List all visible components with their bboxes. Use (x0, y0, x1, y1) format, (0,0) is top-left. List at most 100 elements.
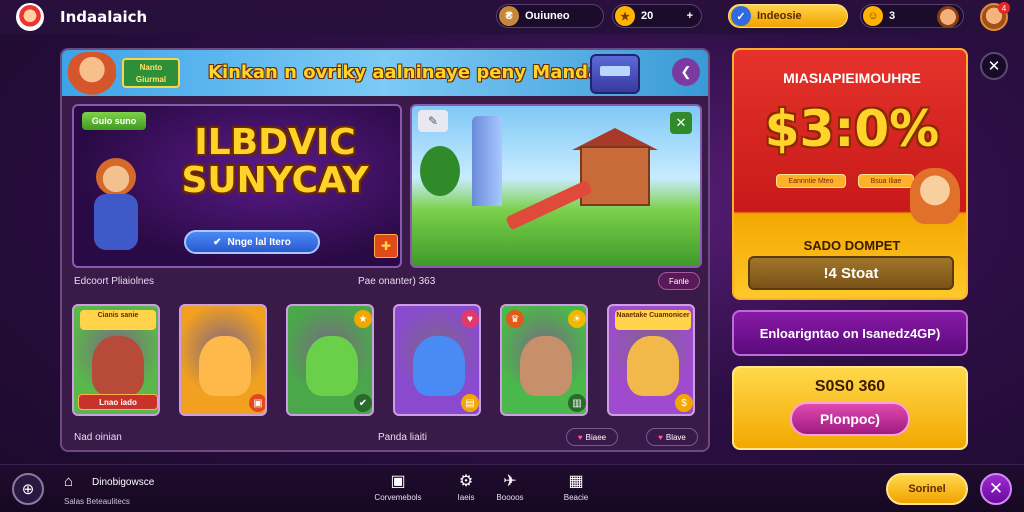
tower (472, 116, 502, 206)
nav-home-title: Dinobigowsce (92, 477, 155, 488)
tile-title: Cianis sanie (80, 310, 156, 330)
add-gems-button[interactable]: + (687, 10, 693, 22)
character-tiles: Cianis sanie Lnao iado ▣ ★ ✔ ♥ ▤ ♛ ☀ ▥ N… (72, 304, 700, 416)
crown-icon: ♛ (506, 310, 524, 328)
close-icon[interactable]: ✕ (670, 112, 692, 134)
profile-avatar[interactable]: 4 (980, 2, 1010, 31)
tile-donkey[interactable]: ♛ ☀ ▥ (500, 304, 588, 416)
tree (420, 146, 460, 196)
sale-percent: $3:0% (764, 100, 940, 158)
promo-banner[interactable]: Enloarigntao on Isanedz4GP) (732, 310, 968, 356)
promo-button-label: Nnge lal Itero (227, 236, 291, 248)
boar-character (92, 336, 144, 396)
promo-title-line1: ILBDVIC (194, 122, 356, 163)
nav-home[interactable]: ⌂ Dinobigowsce Salas Beteaulitecs (62, 471, 202, 509)
banner-badge: Nanto Giurmal (122, 58, 180, 88)
coins-value: Ouiuneo (525, 10, 570, 22)
shop-icon: ▣ (390, 473, 406, 490)
tile-boar[interactable]: Cianis sanie Lnao iado (72, 304, 160, 416)
notification-badge: 4 (998, 2, 1010, 14)
bottom-bar: ⊕ ⌂ Dinobigowsce Salas Beteaulitecs ▣ Co… (0, 464, 1024, 512)
close-icon[interactable]: ✕ (980, 473, 1012, 505)
pencil-icon[interactable]: ✎ (418, 110, 448, 132)
tile-cat[interactable]: ♥ ▤ (393, 304, 481, 416)
gift-icon[interactable]: ✚ (374, 234, 398, 258)
start-button[interactable]: Sorinel (886, 473, 968, 505)
nav-play-label: Boooos (496, 493, 524, 502)
nav-grid[interactable]: ▦ Beacie (546, 471, 606, 509)
gift-icon: ▣ (249, 394, 265, 412)
fox-mascot (86, 158, 146, 262)
banner-text: Kinkan n ovriky aalninaye peny Mandac! (208, 62, 620, 83)
pack-title: S0S0 360 (814, 378, 886, 395)
donkey-character (520, 336, 572, 396)
section-button[interactable]: Fanle (658, 272, 700, 290)
tile-tag: Lnao iado (78, 394, 158, 410)
wallet-icon: ₴ (499, 6, 519, 26)
footer-button-1-label: Biaee (585, 432, 607, 442)
cat-character (413, 336, 465, 396)
app-title: Indaalaich (60, 8, 148, 26)
footer-button-2-label: Blave (665, 432, 686, 442)
heart-icon: ♥ (577, 432, 583, 442)
mascot-logo-icon[interactable] (16, 3, 44, 31)
top-banner[interactable]: Nanto Giurmal Kinkan n ovriky aalninaye … (62, 50, 708, 96)
plane-icon: ✈ (503, 473, 517, 490)
tile-hamster[interactable]: Naaetake Cuamonicer $ (607, 304, 695, 416)
lock-icon: ✔ (354, 394, 372, 412)
hamster-character (627, 336, 679, 396)
shield-icon: ✓ (731, 6, 751, 26)
lives-counter[interactable]: ☺ 3 (860, 4, 964, 28)
nav-home-subtitle: Salas Beteaulitecs (64, 497, 130, 506)
chest-icon: ▤ (461, 394, 479, 412)
sale-start-button[interactable]: !4 Stoat (748, 256, 954, 290)
check-icon: ✔ (213, 236, 222, 248)
heart-icon: ♥ (461, 310, 479, 328)
playground-scene[interactable]: ✎ ✕ (410, 104, 702, 268)
tile-dragon[interactable]: ★ ✔ (286, 304, 374, 416)
sale-card[interactable]: MIASIAPIEIMOUHRE $3:0% Eannntie Mteo Bsu… (732, 48, 968, 300)
footer-label-left: Nad oinian (74, 432, 122, 443)
gems-value: 20 (641, 10, 654, 22)
dragon-character (306, 336, 358, 396)
sale-chip-2: Bsua Iliae (858, 174, 914, 188)
promo-card[interactable]: Guio suno ILBDVIC SUNYCAY ✔ Nnge lal Ite… (72, 104, 402, 268)
tile-fox[interactable]: ▣ (179, 304, 267, 416)
fox-mascot (910, 168, 960, 224)
offer-button[interactable]: ✓ Indeosie (728, 4, 848, 28)
footer-button-2[interactable]: ♥ Blave (646, 428, 698, 446)
main-panel: Nanto Giurmal Kinkan n ovriky aalninaye … (60, 48, 710, 452)
sale-chip-1: Eannntie Mteo (776, 174, 846, 188)
promo-title-line2: SUNYCAY (181, 160, 369, 201)
top-bar: Indaalaich ₴ Ouiuneo ★ 20 + ✓ Indeosie ☺… (0, 0, 1024, 34)
character-avatar (937, 6, 959, 28)
close-icon[interactable]: ✕ (980, 52, 1008, 80)
pack-buy-button[interactable]: Plonpoc) (790, 402, 910, 436)
mascot-body (94, 194, 138, 250)
sun-icon: ☀ (568, 310, 586, 328)
share-icon[interactable]: ❮ (672, 58, 700, 86)
lives-value: 3 (889, 10, 896, 22)
section-label-left: Edcoort Pliaiolnes (74, 276, 155, 287)
gem-icon: ★ (615, 6, 635, 26)
sale-title: MIASIAPIEIMOUHRE (783, 70, 921, 86)
footer-button-1[interactable]: ♥ Biaee (566, 428, 618, 446)
offer-label: Indeosie (757, 10, 802, 22)
playhouse (580, 146, 650, 206)
tile-title: Naaetake Cuamonicer (615, 310, 691, 330)
nav-shop[interactable]: ▣ Corvemebols (368, 471, 428, 509)
book-icon: ▥ (568, 394, 586, 412)
grid-icon: ▦ (568, 473, 584, 490)
pack-card[interactable]: S0S0 360 Plonpoc) (732, 366, 968, 450)
gems-counter[interactable]: ★ 20 + (612, 4, 702, 28)
promo-tag: Guio suno (82, 112, 146, 130)
coins-counter[interactable]: ₴ Ouiuneo (496, 4, 604, 28)
promo-button[interactable]: ✔ Nnge lal Itero (184, 230, 320, 254)
globe-icon[interactable]: ⊕ (12, 473, 44, 505)
home-icon: ⌂ (64, 473, 74, 490)
fox-character (199, 336, 251, 396)
mascot-head (96, 158, 136, 196)
nav-grid-label: Beacie (563, 493, 589, 502)
star-icon: ★ (354, 310, 372, 328)
nav-play[interactable]: ✈ Boooos (480, 471, 540, 509)
